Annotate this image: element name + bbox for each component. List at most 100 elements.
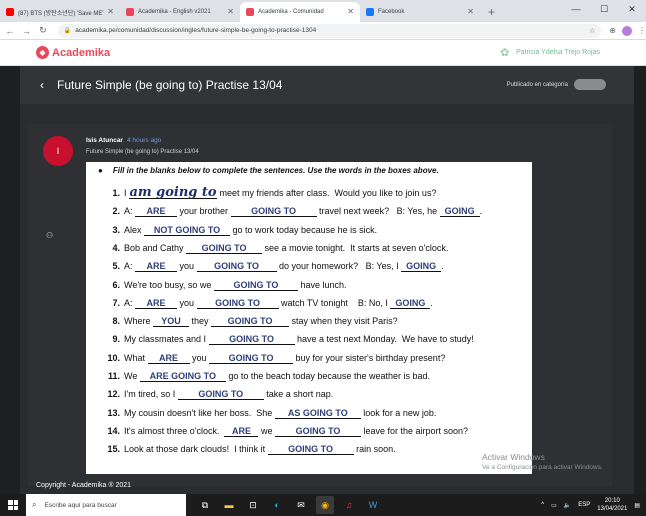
- answer-blank: GOING TO: [208, 334, 295, 346]
- academika-logo[interactable]: ◆ Academika: [36, 46, 110, 59]
- exercise-row: 10. What ARE you GOING TO buy for your si…: [86, 353, 532, 369]
- sentence-text: have a test next Monday. We have to stud…: [294, 334, 474, 345]
- exercise-row: 12. I'm tired, so I GOING TO take a short…: [86, 389, 532, 405]
- bookmark-star-icon[interactable]: ☆: [589, 27, 595, 35]
- sentence-text: My cousin doesn't like her boss. She: [124, 407, 275, 418]
- tray-chevron-icon[interactable]: ^: [541, 502, 544, 508]
- exercise-row: 15. Look at those dark clouds! I think it…: [86, 444, 532, 460]
- close-window-icon[interactable]: ✕: [618, 0, 646, 18]
- tab-label: Academika - English v2021: [138, 9, 211, 15]
- tab-close-icon[interactable]: ✕: [227, 7, 234, 16]
- url-text: academika.pe/comunidad/discussion/ingles…: [75, 27, 317, 34]
- exercise-sentence: My cousin doesn't like her boss. She AS …: [124, 408, 436, 419]
- published-toggle-group: Publicado en categoría: [507, 79, 606, 90]
- user-avatar-icon: ✿: [500, 46, 510, 59]
- sentence-text: I'm tired, so I: [124, 389, 178, 400]
- sentence-text: travel next week? B: Yes, he: [316, 206, 440, 217]
- volume-icon[interactable]: 🔈: [564, 502, 571, 509]
- file-explorer-icon[interactable]: ▬: [220, 496, 238, 514]
- exercise-number: 13.: [107, 407, 120, 418]
- browser-tab[interactable]: Facebook ✕: [360, 2, 480, 22]
- exercise-number: 5.: [112, 261, 120, 272]
- sentence-text: they: [189, 316, 212, 327]
- back-arrow-icon[interactable]: ←: [3, 26, 17, 36]
- mail-icon[interactable]: ✉: [292, 496, 310, 514]
- maximize-icon[interactable]: ☐: [590, 0, 618, 18]
- exercise-sentence: Look at those dark clouds! I think it GO…: [124, 444, 396, 456]
- answer-blank: GOING TO: [275, 426, 361, 437]
- answer-blank: AS GOING TO: [274, 408, 361, 419]
- answer-blank: GOING TO: [186, 243, 263, 254]
- sentence-text: Where: [124, 316, 154, 327]
- tab-close-icon[interactable]: ✕: [347, 7, 354, 16]
- exercise-number: 8.: [112, 316, 120, 327]
- answer-blank: ARE: [224, 426, 259, 437]
- answer-blank: ARE: [147, 353, 190, 364]
- pinned-app-icon[interactable]: ♫: [340, 496, 358, 514]
- sentence-text: go to the beach today because the weathe…: [225, 371, 430, 381]
- word-icon[interactable]: W: [364, 496, 382, 514]
- tab-list: (87) BTS (방탄소년단) 'Save ME' ✕ Academika - E…: [0, 2, 480, 22]
- github-icon: ⚇: [46, 231, 54, 240]
- exercise-row: 13. My cousin doesn't like her boss. She …: [86, 408, 532, 424]
- minimize-icon[interactable]: —: [562, 0, 590, 18]
- user-menu[interactable]: ✿ Patricia Ydelsa Trejo Rojas: [500, 47, 600, 59]
- exercise-sentence: We're too busy, so we GOING TO have lunc…: [124, 280, 346, 291]
- tab-favicon-icon: [6, 8, 14, 16]
- post-subject: Future Simple (be going to) Practise 13/…: [86, 149, 199, 155]
- answer-blank: GOING TO: [267, 444, 354, 456]
- start-button[interactable]: [0, 500, 26, 510]
- sentence-text: take a short nap.: [263, 389, 334, 400]
- new-tab-button[interactable]: +: [488, 5, 495, 19]
- exercise-sentence: A: ARE your brother GOING TO travel next…: [124, 206, 483, 218]
- answer-blank: ARE: [135, 206, 178, 218]
- exercise-sentence: Bob and Cathy GOING TO see a movie tonig…: [124, 243, 448, 254]
- profile-avatar[interactable]: [622, 25, 632, 36]
- task-view-icon[interactable]: ⧉: [196, 496, 214, 514]
- menu-kebab-icon[interactable]: ⋮: [638, 26, 646, 36]
- store-icon[interactable]: ⊡: [244, 496, 262, 514]
- worksheet-instruction: ● Fill in the blanks below to complete th…: [98, 166, 439, 175]
- tab-favicon-icon: [126, 8, 134, 16]
- exercise-number: 14.: [107, 425, 120, 436]
- windows-activation-watermark: Activar Windows Ve a Configuración para …: [482, 452, 603, 471]
- extensions-icon[interactable]: ⊕: [609, 26, 616, 36]
- reload-icon[interactable]: ↻: [36, 25, 50, 36]
- sentence-text: .: [430, 297, 433, 308]
- browser-tab[interactable]: Academika - English v2021 ✕: [120, 2, 240, 22]
- exercise-row: 4. Bob and Cathy GOING TO see a movie ton…: [86, 243, 532, 259]
- sentence-text: Alex: [124, 224, 145, 235]
- exercise-sentence: Where YOU they GOING TO stay when they v…: [124, 316, 398, 328]
- answer-blank: GOING TO: [196, 261, 277, 273]
- back-chevron-icon[interactable]: ‹: [40, 78, 52, 92]
- published-label: Publicado en categoría: [506, 81, 568, 88]
- browser-tab[interactable]: Academika - Comunidad ✕: [240, 2, 360, 22]
- published-toggle[interactable]: [574, 79, 606, 90]
- search-icon: ⌕: [32, 500, 37, 509]
- clock-date: 13/04/2021: [597, 506, 628, 512]
- exercise-sentence: I'm tired, so I GOING TO take a short na…: [124, 389, 334, 401]
- discussion-panel: ‹ Future Simple (be going to) Practise 1…: [20, 66, 634, 494]
- language-indicator[interactable]: ESP: [578, 502, 590, 508]
- site-header: ◆ Academika ✿ Patricia Ydelsa Trejo Roja…: [0, 40, 646, 66]
- edge-icon[interactable]: ◐: [268, 496, 286, 514]
- sentence-text: you: [189, 352, 210, 363]
- tab-close-icon[interactable]: ✕: [467, 7, 474, 16]
- chrome-icon[interactable]: ◉: [316, 496, 334, 514]
- exercise-row: 11. We ARE GOING TO go to the beach today…: [86, 371, 532, 387]
- sentence-text: see a movie tonight. It starts at seven …: [262, 242, 449, 253]
- footer-copyright: Copyright - Academika ® 2021: [36, 482, 132, 489]
- taskbar-search[interactable]: ⌕ Escribe aquí para buscar: [26, 494, 186, 516]
- sentence-text: .: [479, 206, 483, 217]
- exercise-number: 4.: [112, 242, 120, 253]
- browser-tab[interactable]: (87) BTS (방탄소년단) 'Save ME' ✕: [0, 2, 120, 22]
- windows-taskbar: ⌕ Escribe aquí para buscar ⧉ ▬ ⊡ ◐ ✉ ◉ ♫…: [0, 494, 646, 516]
- notifications-icon[interactable]: ▤: [634, 502, 640, 509]
- post-time: 4 hours ago: [126, 137, 162, 144]
- taskbar-clock[interactable]: 20:10 13/04/2021: [597, 497, 627, 513]
- address-bar[interactable]: 🔒 academika.pe/comunidad/discussion/ingl…: [57, 23, 602, 38]
- network-icon[interactable]: ▭: [551, 502, 557, 509]
- exercise-number: 1.: [112, 188, 120, 198]
- tab-close-icon[interactable]: ✕: [107, 7, 114, 16]
- forward-arrow-icon[interactable]: →: [20, 26, 34, 36]
